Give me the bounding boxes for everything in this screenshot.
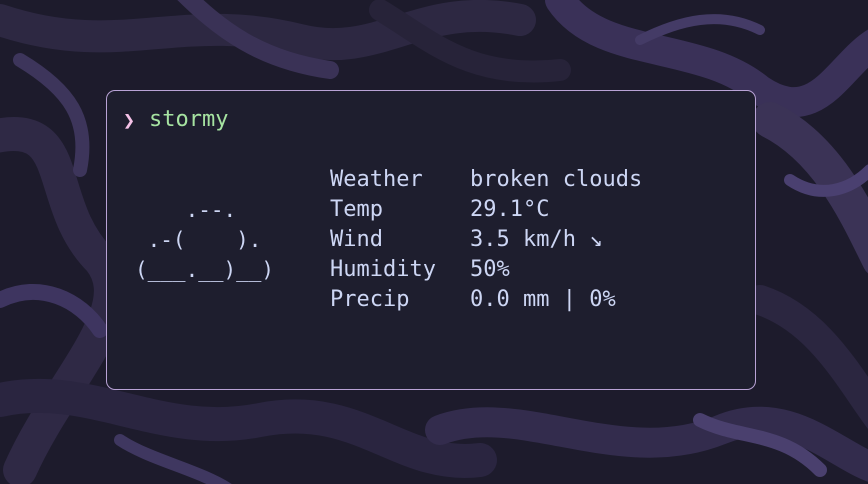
ascii-art-line: .-( ).	[135, 228, 262, 252]
wind-row: Wind 3.5 km/h ↘	[330, 225, 642, 255]
prompt-line: ❯ stormy	[123, 105, 228, 135]
ascii-art-line: (___.__)__)	[135, 258, 275, 282]
temp-label: Temp	[330, 197, 383, 222]
wind-label: Wind	[330, 227, 383, 252]
humidity-label: Humidity	[330, 257, 436, 282]
wind-value: 3.5 km/h ↘	[470, 227, 603, 252]
precip-value: 0.0 mm | 0%	[470, 287, 616, 312]
weather-row: Weather broken clouds	[330, 165, 642, 195]
precip-label: Precip	[330, 287, 410, 312]
weather-info: Weather broken clouds Temp 29.1°C Wind 3…	[330, 165, 642, 315]
weather-label: Weather	[330, 167, 423, 192]
prompt-chevron-icon: ❯	[123, 108, 136, 132]
temp-value: 29.1°C	[470, 197, 550, 222]
command-text: stormy	[149, 107, 229, 132]
humidity-row: Humidity 50%	[330, 255, 642, 285]
humidity-value: 50%	[470, 257, 510, 282]
weather-value: broken clouds	[470, 167, 643, 192]
precip-row: Precip 0.0 mm | 0%	[330, 285, 642, 315]
weather-ascii-art: .--. .-( ). (___.__)__)	[135, 195, 274, 285]
ascii-art-line: .--.	[135, 198, 237, 222]
terminal-window[interactable]: ❯ stormy .--. .-( ). (___.__)__) Weather b…	[106, 90, 756, 390]
temp-row: Temp 29.1°C	[330, 195, 642, 225]
